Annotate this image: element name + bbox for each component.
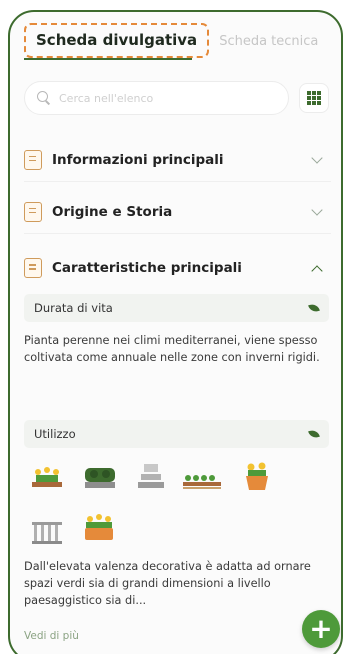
usage-label-bar: Utilizzo	[24, 420, 329, 448]
chevron-up-icon[interactable]	[311, 262, 323, 274]
search-row	[24, 80, 329, 116]
lifespan-label-bar: Durata di vita	[24, 294, 329, 322]
fence-icon	[30, 518, 64, 546]
section-origine-e-storia[interactable]: Origine e Storia	[24, 190, 331, 234]
stone-path-icon	[136, 462, 166, 492]
book-icon	[24, 149, 42, 170]
map-book-icon	[24, 201, 42, 222]
phone-frame: Scheda divulgativa Scheda tecnica Inform…	[8, 10, 343, 654]
notebook-icon	[24, 258, 42, 278]
active-tab-indicator	[24, 58, 192, 60]
tab-scheda-tecnica[interactable]: Scheda tecnica	[209, 34, 318, 58]
border-row-icon	[182, 466, 222, 492]
hedge-planter-icon	[82, 462, 118, 492]
grid-icon	[307, 91, 321, 105]
tab-scheda-divulgativa[interactable]: Scheda divulgativa	[24, 23, 210, 58]
tab-bar: Scheda divulgativa Scheda tecnica	[24, 22, 331, 58]
leaf-icon	[308, 302, 320, 314]
section-title: Informazioni principali	[52, 151, 224, 168]
lifespan-label: Durata di vita	[34, 301, 113, 315]
see-more-link[interactable]: Vedi di più	[24, 630, 79, 642]
flower-pot-icon	[242, 460, 272, 492]
lifespan-text: Pianta perenne nei climi mediterranei, v…	[24, 334, 320, 364]
section-title: Origine e Storia	[52, 203, 173, 220]
add-button[interactable]: +	[302, 610, 340, 648]
leaf-icon	[308, 428, 320, 440]
usage-text: Dall'elevata valenza decorativa è adatta…	[24, 560, 311, 607]
usage-label: Utilizzo	[34, 427, 76, 441]
section-informazioni-principali[interactable]: Informazioni principali	[24, 138, 331, 182]
search-input[interactable]	[59, 91, 276, 105]
chevron-down-icon[interactable]	[311, 206, 323, 218]
section-title: Caratteristiche principali	[52, 260, 242, 276]
section-caratteristiche-principali[interactable]: Caratteristiche principali	[24, 246, 331, 290]
search-icon	[37, 91, 51, 105]
grid-view-button[interactable]	[299, 83, 329, 113]
flower-planter-icon	[82, 512, 116, 544]
chevron-down-icon[interactable]	[311, 154, 323, 166]
flower-bed-icon	[30, 462, 64, 492]
search-box[interactable]	[24, 81, 289, 115]
